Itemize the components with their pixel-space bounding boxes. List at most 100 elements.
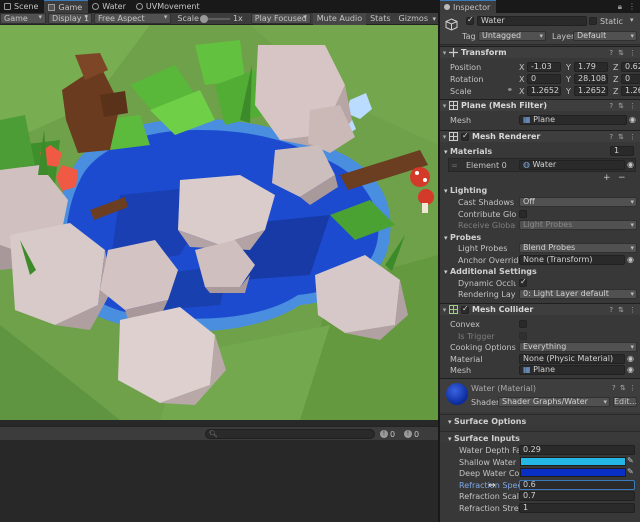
materials-foldout[interactable]: Materials xyxy=(444,147,492,156)
additional-settings-foldout[interactable]: Additional Settings xyxy=(444,267,537,276)
lock-icon[interactable]: 🔒︎ xyxy=(618,2,622,12)
foldout-arrow-icon[interactable]: ▾ xyxy=(440,49,449,57)
object-active-checkbox[interactable] xyxy=(466,15,474,25)
object-picker-icon[interactable]: ◉ xyxy=(627,365,634,374)
scale-x-field[interactable]: 1.2652 xyxy=(527,86,561,96)
scale-slider-thumb[interactable] xyxy=(199,14,208,23)
object-picker-icon[interactable]: ◉ xyxy=(627,255,634,264)
gizmos-dropdown[interactable]: Gizmos ▾ xyxy=(395,13,438,25)
console-search-input[interactable]: 🔍︎ xyxy=(205,429,375,439)
stats-toggle[interactable]: Stats xyxy=(366,13,394,25)
dynamic-occlusion-checkbox[interactable] xyxy=(519,277,527,287)
surface-options-foldout[interactable]: Surface Options xyxy=(448,417,526,426)
link-icon[interactable]: ⚭ xyxy=(507,86,513,94)
shader-dropdown[interactable]: Shader Graphs/Water xyxy=(498,397,610,407)
layer-dropdown[interactable]: Default xyxy=(573,31,637,41)
aspect-dropdown[interactable]: Free Aspect xyxy=(93,13,172,24)
help-icon[interactable]: ? xyxy=(609,133,613,141)
transform-component-header[interactable]: ▾ Transform ? ⇅ ⋮ xyxy=(440,46,640,58)
anchor-override-field[interactable]: None (Transform) xyxy=(519,255,625,265)
help-icon[interactable]: ? xyxy=(609,102,613,110)
light-probes-dropdown[interactable]: Blend Probes xyxy=(519,243,637,253)
console-error-count[interactable]: ! 0 xyxy=(404,429,419,439)
refraction-speed-field[interactable]: 0.6 xyxy=(519,480,635,490)
shallow-water-color-swatch[interactable] xyxy=(520,457,626,466)
scale-z-field[interactable]: 1.2652 xyxy=(621,86,640,96)
surface-options-section[interactable]: Surface Options xyxy=(440,414,640,426)
mesh-renderer-component-header[interactable]: ▾ Mesh Renderer ? ⇅ ⋮ xyxy=(440,130,640,142)
presets-icon[interactable]: ⇅ xyxy=(618,102,624,110)
help-icon[interactable]: ? xyxy=(612,384,616,392)
rotation-z-field[interactable]: 0 xyxy=(621,74,640,84)
console-warning-count[interactable]: ! 0 xyxy=(380,429,395,439)
refraction-scale-field[interactable]: 0.7 xyxy=(519,491,635,501)
more-menu-icon[interactable]: ⋮ xyxy=(629,133,636,141)
rendering-layer-dropdown[interactable]: 0: Light Layer default xyxy=(519,289,637,299)
surface-inputs-section[interactable]: Surface Inputs xyxy=(440,431,640,443)
tab-uvmovement-shadergraph[interactable]: UVMovement xyxy=(132,0,206,13)
convex-checkbox[interactable] xyxy=(519,320,527,328)
refraction-strength-field[interactable]: 1 xyxy=(519,503,635,513)
tab-scene[interactable]: Scene xyxy=(0,0,44,13)
rotation-y-field[interactable]: 28.108 xyxy=(574,74,608,84)
position-z-field[interactable]: 0.62 xyxy=(621,62,640,72)
mesh-filter-component-header[interactable]: ▾ Plane (Mesh Filter) ? ⇅ ⋮ xyxy=(440,99,640,111)
presets-icon[interactable]: ⇅ xyxy=(618,133,624,141)
help-icon[interactable]: ? xyxy=(609,49,613,57)
object-picker-icon[interactable]: ◉ xyxy=(627,160,634,169)
surface-inputs-foldout[interactable]: Surface Inputs xyxy=(448,434,520,443)
scale-slider[interactable] xyxy=(199,14,230,23)
drag-handle-icon[interactable]: = xyxy=(451,161,458,170)
water-depth-fade-field[interactable]: 0.29 xyxy=(519,445,635,455)
object-name-field[interactable]: Water xyxy=(477,16,587,26)
collider-mesh-field[interactable]: ▦ Plane xyxy=(519,365,625,375)
game-mode-dropdown[interactable]: Game xyxy=(0,13,46,24)
presets-icon[interactable]: ⇅ xyxy=(618,49,624,57)
rotation-x-field[interactable]: 0 xyxy=(527,74,561,84)
tag-dropdown[interactable]: Untagged xyxy=(478,31,546,41)
static-checkbox[interactable] xyxy=(589,17,597,25)
more-menu-icon[interactable]: ⋮ xyxy=(629,384,636,392)
position-y-field[interactable]: 1.79 xyxy=(574,62,608,72)
eyedropper-icon[interactable]: ✎ xyxy=(627,456,634,465)
mesh-renderer-enabled-checkbox[interactable] xyxy=(461,131,469,141)
play-focused-dropdown[interactable]: Play Focused xyxy=(250,13,311,24)
cooking-options-dropdown[interactable]: Everything xyxy=(519,342,637,352)
element-0-field[interactable]: ◍ Water xyxy=(519,160,625,170)
foldout-arrow-icon[interactable]: ▾ xyxy=(440,102,449,110)
add-element-button[interactable]: + xyxy=(603,173,611,183)
more-menu-icon[interactable]: ⋮ xyxy=(629,49,636,57)
tab-inspector[interactable]: Inspector xyxy=(440,0,497,13)
scale-y-field[interactable]: 1.2652 xyxy=(574,86,608,96)
object-picker-icon[interactable]: ◉ xyxy=(629,115,636,124)
foldout-arrow-icon[interactable]: ▾ xyxy=(440,133,449,141)
display-dropdown[interactable]: Display 1 xyxy=(47,13,92,24)
cast-shadows-dropdown[interactable]: Off xyxy=(519,197,637,207)
help-icon[interactable]: ? xyxy=(609,306,613,314)
mesh-collider-component-header[interactable]: ▾ Mesh Collider ? ⇅ ⋮ xyxy=(440,303,640,315)
presets-icon[interactable]: ⇅ xyxy=(618,306,624,314)
more-menu-icon[interactable]: ⋮ xyxy=(628,2,636,11)
remove-element-button[interactable]: − xyxy=(618,173,626,183)
mesh-collider-enabled-checkbox[interactable] xyxy=(461,304,469,314)
chevron-down-icon[interactable]: ▾ xyxy=(630,16,634,24)
tab-water-shadergraph[interactable]: Water xyxy=(88,0,132,13)
eyedropper-icon[interactable]: ✎ xyxy=(627,467,634,476)
object-picker-icon[interactable]: ◉ xyxy=(627,354,634,363)
physics-material-field[interactable]: None (Physic Material) xyxy=(519,354,625,364)
mute-audio-toggle[interactable]: Mute Audio xyxy=(312,12,367,25)
presets-icon[interactable]: ⇅ xyxy=(620,384,626,392)
more-menu-icon[interactable]: ⋮ xyxy=(629,306,636,314)
materials-count-field[interactable]: 1 xyxy=(610,146,634,156)
edit-shader-button[interactable]: Edit... xyxy=(613,397,637,407)
contribute-gi-checkbox[interactable] xyxy=(519,210,527,218)
mesh-object-field[interactable]: ▦ Plane xyxy=(519,115,627,125)
position-x-field[interactable]: -1.03 xyxy=(527,62,561,72)
deep-water-color-swatch[interactable] xyxy=(520,468,626,477)
more-menu-icon[interactable]: ⋮ xyxy=(629,102,636,110)
tab-game[interactable]: Game xyxy=(44,0,89,13)
foldout-arrow-icon[interactable]: ▾ xyxy=(440,306,449,314)
probes-foldout[interactable]: Probes xyxy=(444,233,481,242)
lighting-foldout[interactable]: Lighting xyxy=(444,186,487,195)
game-viewport[interactable] xyxy=(0,25,438,420)
